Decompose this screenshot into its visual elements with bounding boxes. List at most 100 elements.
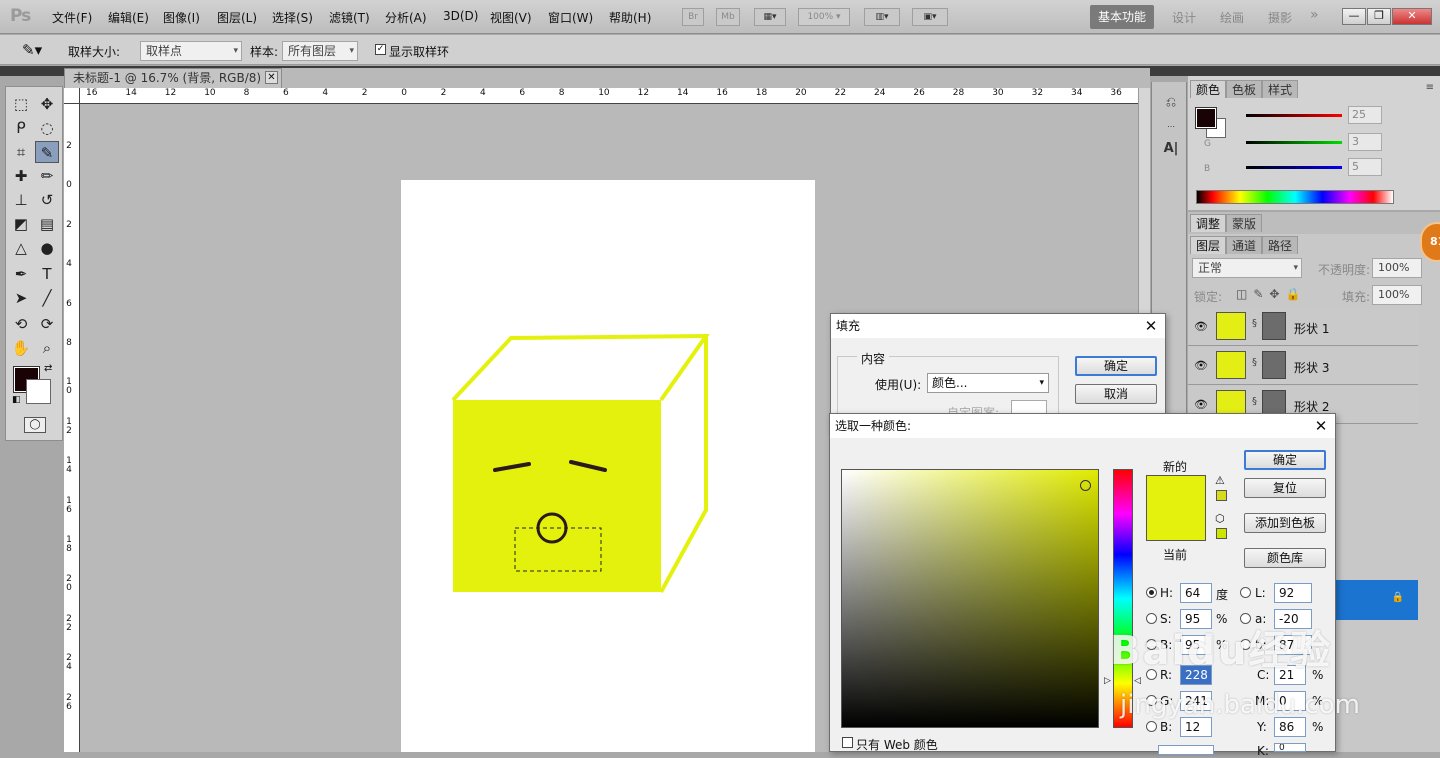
blue-input[interactable]: 12 bbox=[1180, 717, 1212, 737]
tab-paths[interactable]: 路径 bbox=[1262, 236, 1299, 254]
menu-file[interactable]: 文件(F) bbox=[52, 9, 92, 26]
marquee-tool-icon[interactable]: ⬚ bbox=[9, 93, 33, 115]
fill-cancel-button[interactable]: 取消 bbox=[1075, 384, 1157, 404]
crop-tool-icon[interactable]: ⌗ bbox=[9, 141, 33, 163]
layer-row[interactable]: 👁 § 形状 3 bbox=[1188, 347, 1418, 385]
web-safe-color-swatch[interactable] bbox=[1216, 528, 1227, 539]
gamut-warning-icon[interactable]: ⚠ bbox=[1215, 474, 1225, 487]
menu-select[interactable]: 选择(S) bbox=[272, 9, 313, 26]
quick-mask-icon[interactable]: ◯ bbox=[24, 417, 46, 433]
menu-image[interactable]: 图像(I) bbox=[163, 9, 200, 26]
use-select[interactable]: 颜色... ▾ bbox=[927, 373, 1049, 393]
channel-b-slider[interactable] bbox=[1246, 166, 1342, 169]
document-tab[interactable]: 未标题-1 @ 16.7% (背景, RGB/8) * bbox=[64, 68, 282, 88]
3d-orbit-tool-icon[interactable]: ⟳ bbox=[35, 313, 59, 335]
tab-styles[interactable]: 样式 bbox=[1262, 80, 1299, 98]
pen-tool-icon[interactable]: ✒ bbox=[9, 263, 33, 285]
type-tool-icon[interactable]: T bbox=[35, 263, 59, 285]
color-panel-fg-swatch[interactable] bbox=[1195, 107, 1217, 129]
default-colors-icon[interactable]: ◧ bbox=[12, 395, 21, 405]
menu-help[interactable]: 帮助(H) bbox=[609, 9, 651, 26]
bridge-button[interactable]: Br bbox=[682, 8, 704, 26]
close-icon[interactable]: ✕ bbox=[1141, 316, 1161, 336]
menu-3d[interactable]: 3D(D) bbox=[443, 9, 478, 23]
hand-tool-icon[interactable]: ✋ bbox=[9, 337, 33, 359]
menu-filter[interactable]: 滤镜(T) bbox=[329, 9, 370, 26]
zoom-tool-icon[interactable]: ⌕ bbox=[35, 337, 59, 359]
blur-tool-icon[interactable]: △ bbox=[9, 237, 33, 259]
background-color-swatch[interactable] bbox=[26, 379, 51, 404]
lab-l-input[interactable]: 92 bbox=[1274, 583, 1312, 603]
screen-mode-icon[interactable]: ▣▾ bbox=[912, 8, 948, 26]
workspace-essentials[interactable]: 基本功能 bbox=[1090, 5, 1154, 29]
line-tool-icon[interactable]: ╱ bbox=[35, 287, 59, 309]
swap-colors-icon[interactable]: ⇄ bbox=[44, 363, 52, 374]
path-select-tool-icon[interactable]: ➤ bbox=[9, 287, 33, 309]
eye-icon[interactable]: 👁 bbox=[1194, 359, 1208, 372]
picker-ok-button[interactable]: 确定 bbox=[1244, 450, 1326, 470]
saturation-brightness-field[interactable] bbox=[841, 469, 1099, 728]
history-panel-icon[interactable]: ⎌ bbox=[1160, 92, 1182, 114]
move-tool-icon[interactable]: ✥ bbox=[35, 93, 59, 115]
add-to-swatches-button[interactable]: 添加到色板 bbox=[1244, 513, 1326, 533]
menu-analysis[interactable]: 分析(A) bbox=[385, 9, 427, 26]
view-extras-icon[interactable]: ▦▾ bbox=[754, 8, 786, 26]
channel-r-value[interactable]: 25 bbox=[1348, 106, 1382, 124]
tab-swatches[interactable]: 色板 bbox=[1226, 80, 1263, 98]
character-panel-icon[interactable]: A| bbox=[1160, 138, 1182, 160]
close-icon[interactable]: ✕ bbox=[1311, 416, 1331, 436]
close-icon[interactable]: ✕ bbox=[265, 71, 278, 84]
close-button[interactable]: ✕ bbox=[1392, 8, 1432, 25]
menu-edit[interactable]: 编辑(E) bbox=[108, 9, 149, 26]
zoom-combo[interactable]: 100% ▾ bbox=[798, 8, 850, 26]
canvas[interactable] bbox=[401, 180, 815, 752]
sample-size-select[interactable]: 取样点 ▾ bbox=[140, 41, 242, 61]
lock-icons[interactable]: ◫✎✥🔒 bbox=[1236, 287, 1306, 301]
panel-menu-icon[interactable]: ≡ bbox=[1426, 82, 1434, 93]
hue-radio[interactable] bbox=[1146, 587, 1157, 598]
color-spectrum-bar[interactable] bbox=[1196, 190, 1394, 204]
fill-ok-button[interactable]: 确定 bbox=[1075, 356, 1157, 376]
restore-button[interactable]: ❐ bbox=[1367, 8, 1391, 25]
eraser-tool-icon[interactable]: ◩ bbox=[9, 213, 33, 235]
opacity-input[interactable]: 100% bbox=[1372, 258, 1422, 278]
hue-slider-right-arrow-icon[interactable]: ◁ bbox=[1134, 676, 1141, 686]
workspace-design[interactable]: 设计 bbox=[1172, 9, 1196, 26]
workspace-painting[interactable]: 绘画 bbox=[1220, 9, 1244, 26]
tab-layers[interactable]: 图层 bbox=[1190, 236, 1227, 254]
arrange-documents-icon[interactable]: ▥▾ bbox=[864, 8, 900, 26]
dodge-tool-icon[interactable]: ● bbox=[35, 237, 59, 259]
blue-radio[interactable] bbox=[1146, 721, 1157, 732]
color-field-cursor[interactable] bbox=[1080, 480, 1091, 491]
stamp-tool-icon[interactable]: ⊥ bbox=[9, 189, 33, 211]
workspace-more[interactable]: » bbox=[1310, 7, 1319, 23]
tab-channels[interactable]: 通道 bbox=[1226, 236, 1263, 254]
gamut-color-swatch[interactable] bbox=[1216, 490, 1227, 501]
eyedropper-tool-icon[interactable]: ✎ bbox=[35, 141, 59, 163]
lasso-tool-icon[interactable]: ᑭ bbox=[9, 117, 33, 139]
eye-icon[interactable]: 👁 bbox=[1194, 398, 1208, 411]
minimize-button[interactable]: — bbox=[1342, 8, 1366, 25]
quick-select-tool-icon[interactable]: ◌ bbox=[35, 117, 59, 139]
gradient-tool-icon[interactable]: ▤ bbox=[35, 213, 59, 235]
channel-g-slider[interactable] bbox=[1246, 141, 1342, 144]
menu-view[interactable]: 视图(V) bbox=[490, 9, 532, 26]
black-input[interactable]: 0 bbox=[1274, 743, 1306, 752]
brush-tool-icon[interactable]: ✏ bbox=[35, 165, 59, 187]
workspace-photography[interactable]: 摄影 bbox=[1268, 9, 1292, 26]
menu-layer[interactable]: 图层(L) bbox=[217, 9, 257, 26]
eye-icon[interactable]: 👁 bbox=[1194, 320, 1208, 333]
channel-r-slider[interactable] bbox=[1246, 114, 1342, 117]
tab-color[interactable]: 颜色 bbox=[1190, 80, 1227, 98]
layer-row[interactable]: 👁 § 形状 1 bbox=[1188, 308, 1418, 346]
color-libraries-button[interactable]: 颜色库 bbox=[1244, 548, 1326, 568]
blend-mode-select[interactable]: 正常 ▾ bbox=[1192, 258, 1302, 278]
tab-masks[interactable]: 蒙版 bbox=[1226, 214, 1263, 232]
history-brush-tool-icon[interactable]: ↺ bbox=[35, 189, 59, 211]
channel-g-value[interactable]: 3 bbox=[1348, 133, 1382, 151]
3d-rotate-tool-icon[interactable]: ⟲ bbox=[9, 313, 33, 335]
hue-input[interactable]: 64 bbox=[1180, 583, 1212, 603]
show-ring-checkbox[interactable]: ✓ bbox=[375, 44, 386, 55]
menu-window[interactable]: 窗口(W) bbox=[548, 9, 593, 26]
hue-slider-left-arrow-icon[interactable]: ▷ bbox=[1104, 676, 1111, 686]
